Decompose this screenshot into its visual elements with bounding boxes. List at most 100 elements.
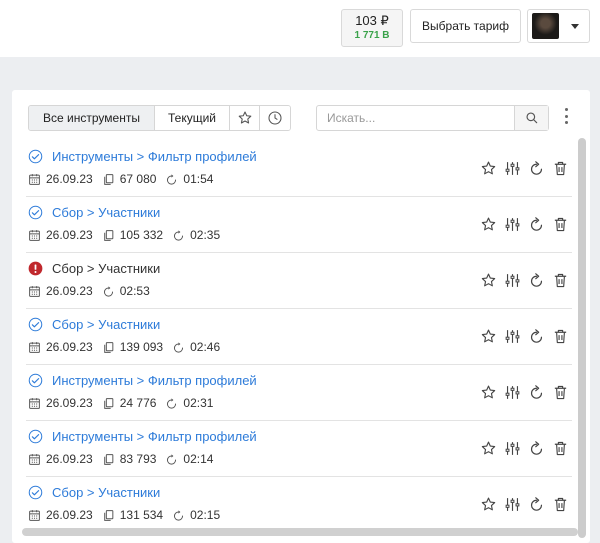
- copy-icon: [103, 229, 114, 241]
- settings-button[interactable]: [500, 438, 524, 458]
- delete-button[interactable]: [548, 214, 572, 234]
- favorite-button[interactable]: [476, 326, 500, 346]
- horizontal-scrollbar[interactable]: [22, 528, 578, 536]
- trash-icon: [554, 273, 566, 287]
- task-meta: 26.09.23 83 793 02:14: [28, 452, 222, 466]
- task-meta: 26.09.23 24 776 02:31: [28, 396, 222, 410]
- tab-favorites[interactable]: [230, 106, 260, 130]
- task-title-text[interactable]: Инструменты > Фильтр профилей: [52, 149, 257, 164]
- task-result-count: 83 793: [102, 452, 156, 466]
- favorite-button[interactable]: [476, 270, 500, 290]
- delete-button[interactable]: [548, 326, 572, 346]
- calendar-icon: [29, 397, 40, 409]
- choose-tariff-button[interactable]: Выбрать тариф: [410, 9, 521, 43]
- task-title[interactable]: Сбор > Участники: [28, 205, 160, 220]
- restart-button[interactable]: [524, 494, 548, 514]
- restart-button[interactable]: [524, 214, 548, 234]
- settings-button[interactable]: [500, 494, 524, 514]
- trash-icon: [554, 217, 566, 231]
- task-title-text[interactable]: Сбор > Участники: [52, 317, 160, 332]
- delete-button[interactable]: [548, 438, 572, 458]
- task-date: 26.09.23: [28, 228, 93, 242]
- delete-button[interactable]: [548, 382, 572, 402]
- star-icon: [481, 161, 495, 174]
- task-title[interactable]: Инструменты > Фильтр профилей: [28, 149, 257, 164]
- task-title-text[interactable]: Сбор > Участники: [52, 485, 160, 500]
- star-icon: [481, 497, 495, 510]
- task-title[interactable]: Инструменты > Фильтр профилей: [28, 373, 257, 388]
- restart-button[interactable]: [524, 158, 548, 178]
- copy-icon: [103, 173, 114, 185]
- favorite-button[interactable]: [476, 158, 500, 178]
- tab-all-tools[interactable]: Все инструменты: [29, 106, 155, 130]
- balance-widget[interactable]: 103 ₽ 1 771 B: [341, 9, 403, 47]
- timer-icon: [174, 341, 184, 353]
- filter-tabs: Все инструменты Текущий: [28, 105, 291, 131]
- task-date: 26.09.23: [28, 340, 93, 354]
- task-title-text[interactable]: Инструменты > Фильтр профилей: [52, 373, 257, 388]
- favorite-button[interactable]: [476, 214, 500, 234]
- task-actions: [476, 438, 572, 458]
- task-meta: 26.09.23 139 093 02:46: [28, 340, 229, 354]
- clock-icon: [268, 111, 282, 125]
- task-row: Инструменты > Фильтр профилей 26.09.23 83 …: [26, 421, 572, 477]
- favorite-button[interactable]: [476, 382, 500, 402]
- task-actions: [476, 326, 572, 346]
- delete-button[interactable]: [548, 494, 572, 514]
- favorite-button[interactable]: [476, 438, 500, 458]
- settings-button[interactable]: [500, 270, 524, 290]
- settings-button[interactable]: [500, 382, 524, 402]
- favorite-button[interactable]: [476, 494, 500, 514]
- delete-button[interactable]: [548, 158, 572, 178]
- user-menu-button[interactable]: [527, 9, 590, 43]
- calendar-icon: [29, 341, 40, 353]
- task-result-count: 24 776: [102, 396, 156, 410]
- copy-icon: [103, 397, 114, 409]
- copy-icon: [103, 453, 114, 465]
- task-duration: 02:15: [172, 508, 220, 522]
- task-result-count: 131 534: [102, 508, 163, 522]
- tab-history[interactable]: [260, 106, 290, 130]
- task-meta: 26.09.23 67 080 01:54: [28, 172, 222, 186]
- check-circle-icon: [28, 205, 43, 220]
- error-icon: [28, 261, 43, 276]
- status-indicator: [28, 261, 43, 276]
- task-date: 26.09.23: [28, 284, 93, 298]
- task-title[interactable]: Сбор > Участники: [28, 485, 160, 500]
- tab-current[interactable]: Текущий: [155, 106, 230, 130]
- calendar-icon: [29, 453, 40, 465]
- more-options-icon[interactable]: [563, 108, 569, 124]
- vertical-scrollbar[interactable]: [578, 138, 586, 538]
- settings-button[interactable]: [500, 158, 524, 178]
- restart-button[interactable]: [524, 438, 548, 458]
- bonus-amount: 1 771 B: [354, 30, 390, 41]
- check-circle-icon: [28, 373, 43, 388]
- settings-button[interactable]: [500, 326, 524, 346]
- calendar-icon: [29, 285, 40, 297]
- task-duration: 02:14: [165, 452, 213, 466]
- task-row: Инструменты > Фильтр профилей 26.09.23 67 …: [26, 141, 572, 197]
- sliders-icon: [505, 497, 519, 511]
- status-indicator: [28, 149, 43, 164]
- task-title-text[interactable]: Инструменты > Фильтр профилей: [52, 429, 257, 444]
- delete-button[interactable]: [548, 270, 572, 290]
- search-input[interactable]: [317, 106, 514, 130]
- refresh-icon: [530, 160, 542, 175]
- trash-icon: [554, 329, 566, 343]
- settings-button[interactable]: [500, 214, 524, 234]
- task-result-count: 105 332: [102, 228, 163, 242]
- task-title[interactable]: Инструменты > Фильтр профилей: [28, 429, 257, 444]
- task-duration: 02:53: [102, 284, 150, 298]
- search-button[interactable]: [514, 106, 548, 130]
- restart-button[interactable]: [524, 326, 548, 346]
- sliders-icon: [505, 161, 519, 175]
- calendar-icon: [29, 173, 40, 185]
- task-title[interactable]: Сбор > Участники: [28, 317, 160, 332]
- task-meta: 26.09.23 105 332 02:35: [28, 228, 229, 242]
- sliders-icon: [505, 385, 519, 399]
- restart-button[interactable]: [524, 382, 548, 402]
- sliders-icon: [505, 273, 519, 287]
- restart-button[interactable]: [524, 270, 548, 290]
- task-actions: [476, 270, 572, 290]
- task-title-text[interactable]: Сбор > Участники: [52, 205, 160, 220]
